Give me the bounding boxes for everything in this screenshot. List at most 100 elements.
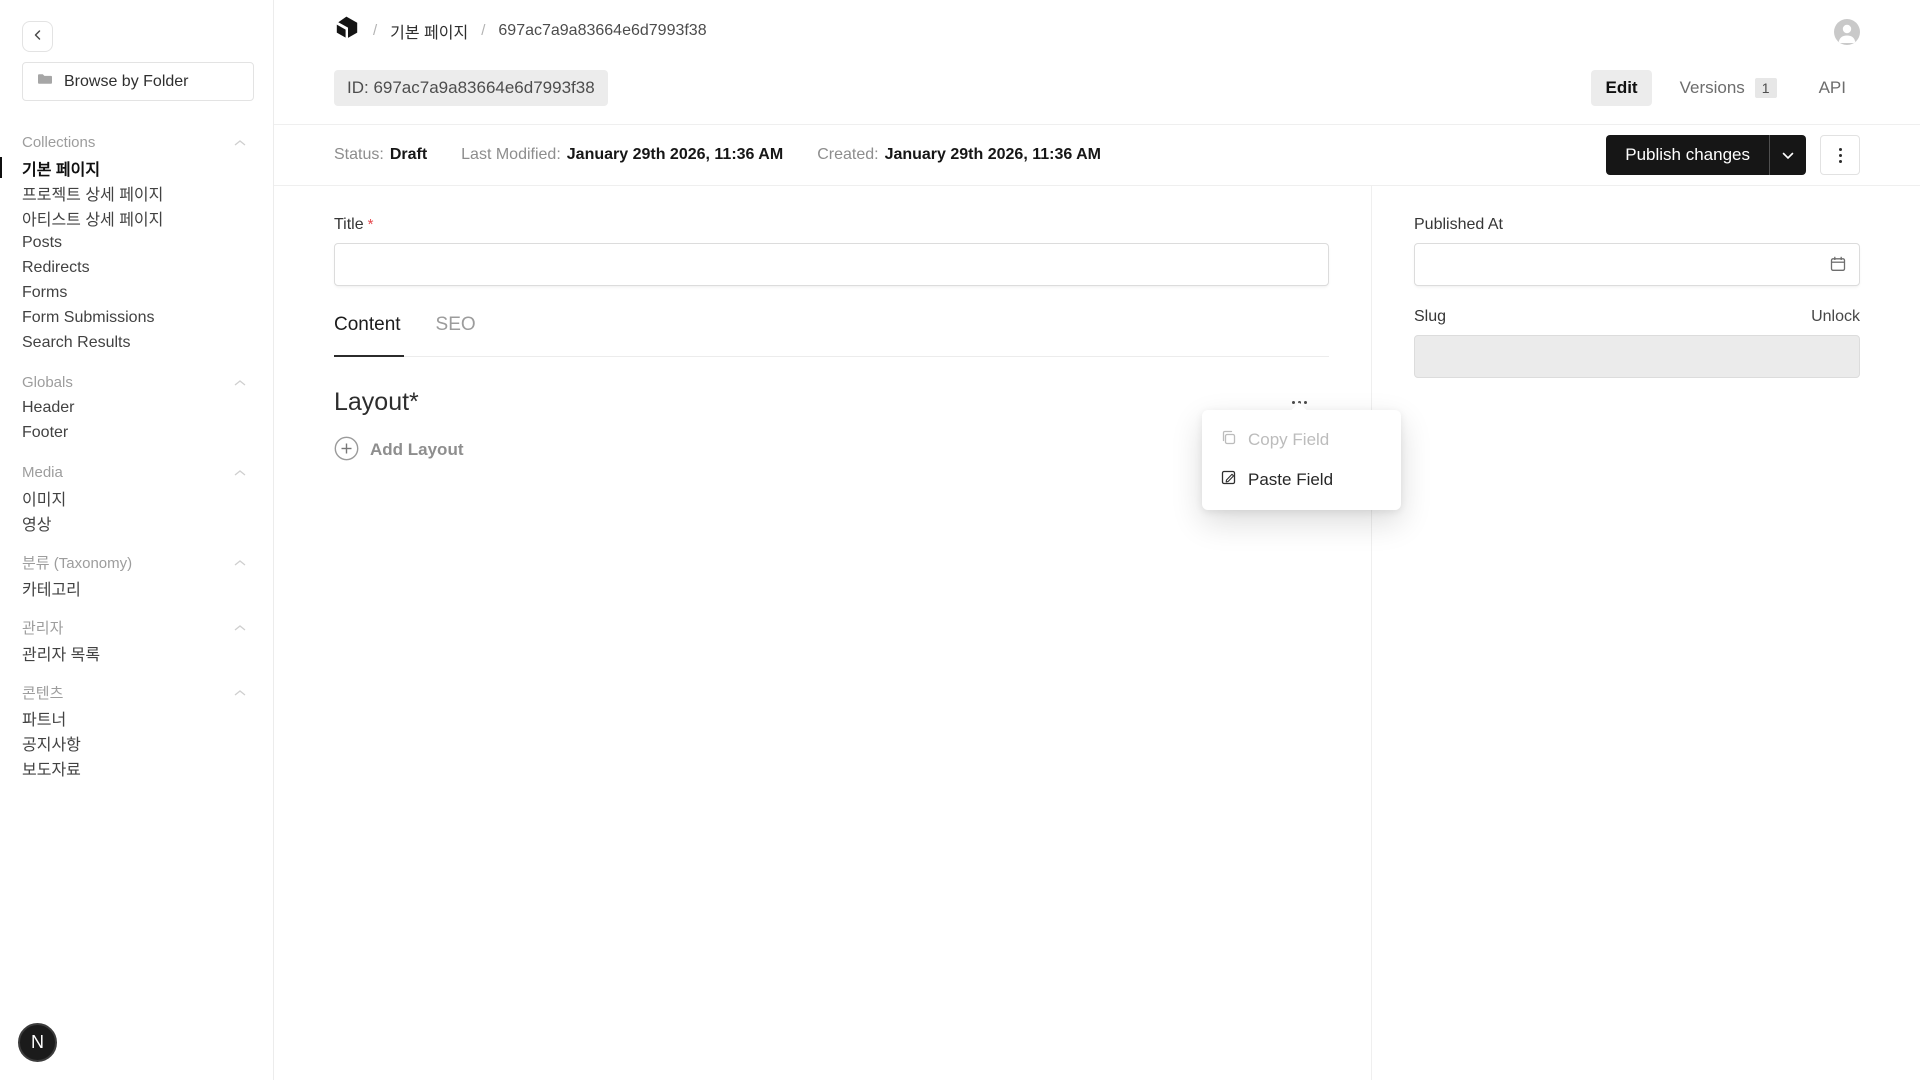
tab-edit[interactable]: Edit — [1591, 70, 1651, 106]
last-modified-label: Last Modified: — [461, 146, 561, 164]
tab-api[interactable]: API — [1805, 70, 1860, 106]
doc-more-options-button[interactable] — [1820, 135, 1860, 175]
document-content: Title * Content SEO Layout* — [274, 186, 1920, 1080]
chevron-down-icon — [1782, 148, 1794, 163]
edit-form-column: Title * Content SEO Layout* — [274, 186, 1372, 1080]
status-meta: Status: Draft Last Modified: January 29t… — [334, 146, 1606, 164]
nav-group-media: Media 이미지 영상 — [22, 460, 253, 535]
sidebar-item-header[interactable]: Header — [22, 395, 253, 420]
add-layout-button[interactable]: Add Layout — [334, 436, 464, 464]
published-at-input[interactable] — [1414, 243, 1860, 286]
tab-seo[interactable]: SEO — [436, 314, 476, 356]
status-value: Draft — [390, 146, 427, 164]
nav-group-label: Media — [22, 464, 63, 481]
collapse-sidebar-button[interactable] — [22, 21, 53, 52]
last-modified-value: January 29th 2026, 11:36 AM — [567, 146, 783, 164]
sidebar-item-redirects[interactable]: Redirects — [22, 255, 253, 280]
title-input[interactable] — [334, 243, 1329, 286]
id-row: ID: 697ac7a9a83664e6d7993f38 Edit Versio… — [334, 70, 1860, 106]
sidebar-item-forms[interactable]: Forms — [22, 280, 253, 305]
created-label: Created: — [817, 146, 878, 164]
app-root: Browse by Folder Collections 기본 페이지 프로젝트… — [0, 0, 1920, 1080]
published-at-label: Published At — [1414, 216, 1503, 234]
paste-icon — [1220, 469, 1237, 491]
nav-group-toggle-media[interactable]: Media — [22, 460, 253, 485]
sidebar-item-form-submissions[interactable]: Form Submissions — [22, 305, 253, 330]
document-tabs: Edit Versions 1 API — [1591, 70, 1860, 106]
chevron-up-icon — [233, 554, 247, 572]
publish-dropdown-button[interactable] — [1769, 135, 1806, 175]
status-bar: Status: Draft Last Modified: January 29t… — [274, 125, 1920, 186]
breadcrumb-separator: / — [373, 22, 377, 39]
account-avatar[interactable] — [1834, 19, 1860, 45]
sidebar-item-search-results[interactable]: Search Results — [22, 330, 253, 355]
ellipsis-icon — [1292, 401, 1295, 404]
status-label: Status: — [334, 146, 384, 164]
nav-group-toggle-collections[interactable]: Collections — [22, 130, 253, 155]
nav-group-collections: Collections 기본 페이지 프로젝트 상세 페이지 아티스트 상세 페… — [22, 130, 253, 355]
dev-tools-badge[interactable]: N — [18, 1023, 57, 1062]
created-value: January 29th 2026, 11:36 AM — [885, 146, 1101, 164]
layout-field-heading: Layout* — [334, 388, 419, 417]
sidebar-item-partners[interactable]: 파트너 — [22, 705, 253, 730]
plus-circle-icon — [334, 436, 359, 464]
nav-group-toggle-taxonomy[interactable]: 분류 (Taxonomy) — [22, 550, 253, 575]
paste-field-menu-item[interactable]: Paste Field — [1202, 460, 1401, 500]
publish-changes-button[interactable]: Publish changes — [1606, 135, 1769, 175]
sidebar-item-artist-detail-pages[interactable]: 아티스트 상세 페이지 — [22, 205, 253, 230]
kebab-icon — [1839, 148, 1842, 151]
nav-group-label: Globals — [22, 374, 73, 391]
nav-group-toggle-content[interactable]: 콘텐츠 — [22, 680, 253, 705]
layout-field-section: Layout* Add Layout — [334, 388, 1329, 464]
tab-versions-label: Versions — [1680, 78, 1745, 98]
breadcrumb: / 기본 페이지 / 697ac7a9a83664e6d7993f38 — [334, 17, 1860, 44]
nav-group-taxonomy: 분류 (Taxonomy) 카테고리 — [22, 550, 253, 600]
nav-group-label: 분류 (Taxonomy) — [22, 552, 132, 573]
payload-logo-icon — [334, 15, 360, 46]
sidebar-item-images[interactable]: 이미지 — [22, 485, 253, 510]
nav-group-admin: 관리자 관리자 목록 — [22, 615, 253, 665]
sidebar-item-posts[interactable]: Posts — [22, 230, 253, 255]
chevron-up-icon — [233, 619, 247, 637]
browse-by-folder-label: Browse by Folder — [64, 73, 189, 91]
title-field-label: Title — [334, 216, 364, 234]
main-area: / 기본 페이지 / 697ac7a9a83664e6d7993f38 ID: … — [274, 0, 1920, 1080]
sidebar-item-default-pages[interactable]: 기본 페이지 — [22, 155, 253, 180]
browse-by-folder-button[interactable]: Browse by Folder — [22, 62, 254, 101]
nav-group-label: Collections — [22, 134, 95, 151]
breadcrumb-collection-link[interactable]: 기본 페이지 — [390, 19, 468, 43]
copy-field-menu-item[interactable]: Copy Field — [1202, 420, 1401, 460]
sidebar-item-project-detail-pages[interactable]: 프로젝트 상세 페이지 — [22, 180, 253, 205]
publish-actions: Publish changes — [1606, 135, 1860, 175]
breadcrumb-doc-id: 697ac7a9a83664e6d7993f38 — [498, 22, 706, 40]
sidebar-nav: Collections 기본 페이지 프로젝트 상세 페이지 아티스트 상세 페… — [22, 130, 253, 780]
sidebar-item-press-releases[interactable]: 보도자료 — [22, 755, 253, 780]
tab-content[interactable]: Content — [334, 314, 401, 356]
copy-icon — [1220, 429, 1237, 451]
add-layout-label: Add Layout — [370, 440, 464, 460]
field-context-menu: Copy Field Paste Field — [1202, 410, 1401, 510]
sidebar-item-admin-list[interactable]: 관리자 목록 — [22, 640, 253, 665]
chevron-left-icon — [31, 28, 45, 45]
sidebar-item-footer[interactable]: Footer — [22, 420, 253, 445]
document-sidebar-panel: Published At Slug Unlock — [1372, 186, 1920, 1080]
sidebar-item-notices[interactable]: 공지사항 — [22, 730, 253, 755]
nav-group-label: 콘텐츠 — [22, 682, 63, 703]
chevron-up-icon — [233, 684, 247, 702]
breadcrumb-separator: / — [481, 22, 485, 39]
sidebar-item-categories[interactable]: 카테고리 — [22, 575, 253, 600]
nav-group-label: 관리자 — [22, 617, 63, 638]
sidebar-item-videos[interactable]: 영상 — [22, 510, 253, 535]
nav-group-content: 콘텐츠 파트너 공지사항 보도자료 — [22, 680, 253, 780]
chevron-up-icon — [233, 464, 247, 482]
chevron-up-icon — [233, 374, 247, 392]
slug-unlock-button[interactable]: Unlock — [1811, 308, 1860, 326]
nav-group-toggle-globals[interactable]: Globals — [22, 370, 253, 395]
slug-field: Slug Unlock — [1414, 308, 1860, 378]
tab-versions[interactable]: Versions 1 — [1666, 70, 1791, 106]
publish-split-button: Publish changes — [1606, 135, 1806, 175]
slug-input — [1414, 335, 1860, 378]
sidebar: Browse by Folder Collections 기본 페이지 프로젝트… — [0, 0, 274, 1080]
nav-group-toggle-admin[interactable]: 관리자 — [22, 615, 253, 640]
calendar-icon[interactable] — [1829, 255, 1847, 278]
